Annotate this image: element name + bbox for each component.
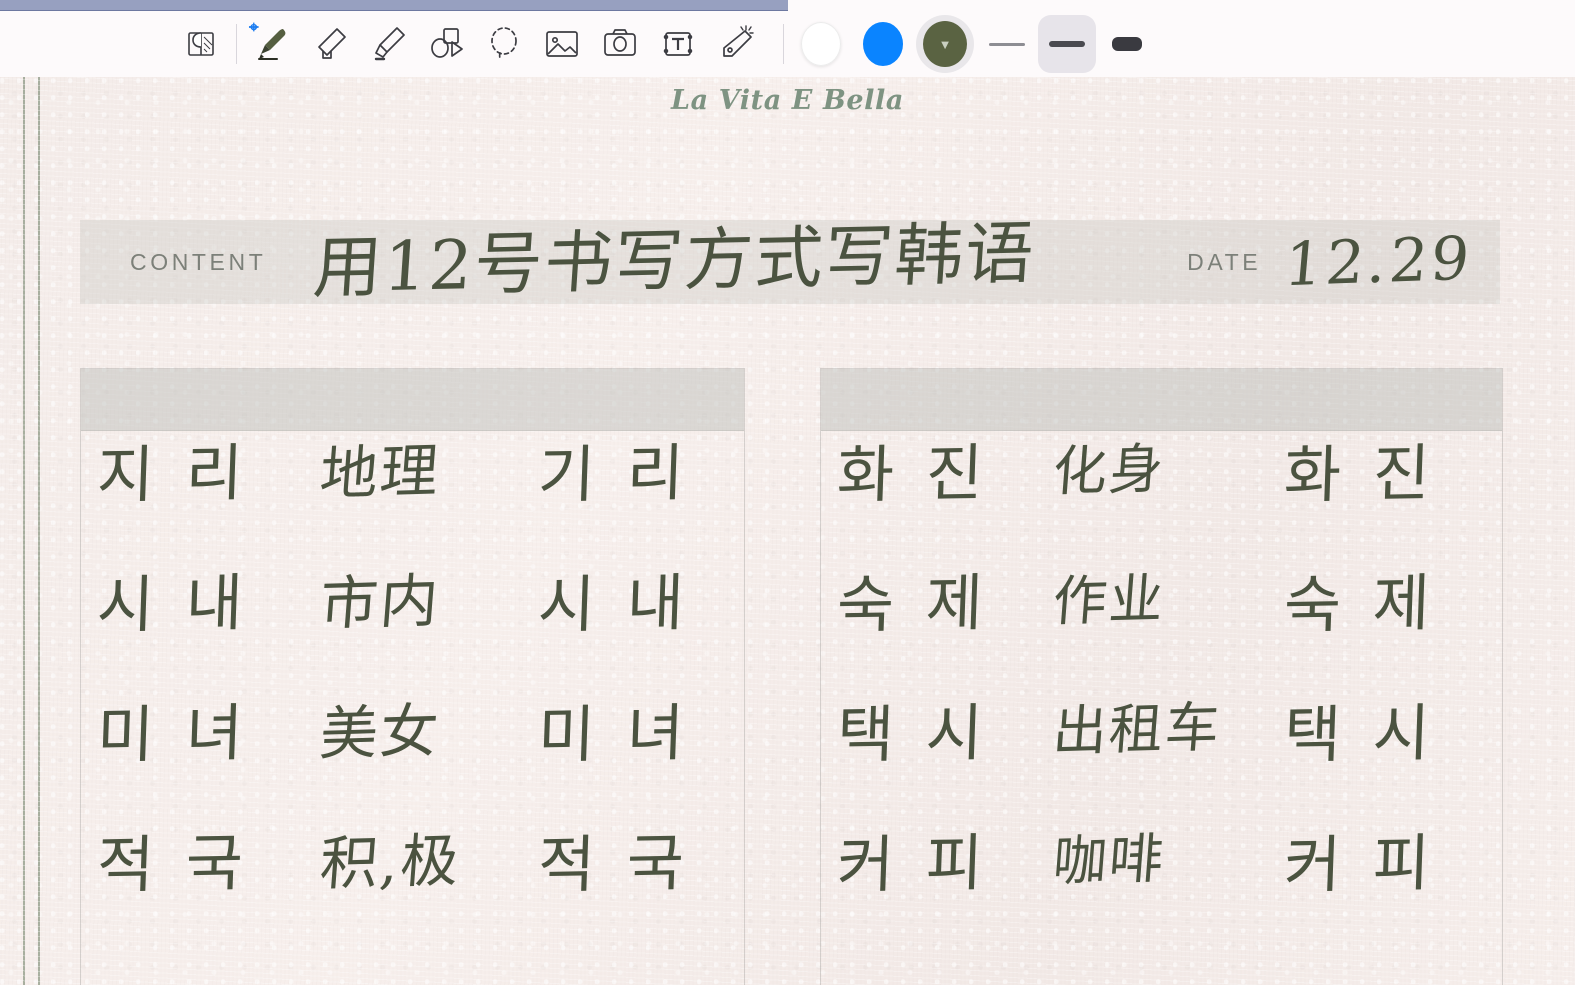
korean-word: 미 녀 [95, 696, 251, 772]
korean-word: 시 내 [95, 566, 251, 642]
bluetooth-icon: ⌖ [249, 18, 259, 37]
korean-word-repeat: 숙 제 [1282, 566, 1438, 642]
korean-word: 숙 제 [835, 566, 991, 642]
korean-word: 택 시 [835, 696, 991, 772]
chinese-word: 积,极 [317, 826, 463, 899]
date-label: DATE [1187, 248, 1262, 275]
toolbar-divider [236, 24, 237, 64]
left-column-body: 지 리 地理 기 리 시 내 市内 시 내 미 녀 美女 미 녀 적 국 积,极 [81, 431, 744, 961]
color-swatch-blue[interactable] [852, 13, 914, 75]
pen-icon[interactable]: ⌖ [243, 15, 301, 73]
korean-word-repeat: 미 녀 [537, 696, 692, 772]
camera-icon[interactable] [591, 15, 649, 73]
table-row: 숙 제 作业 숙 제 [821, 566, 1502, 701]
right-column-body: 화 진 化身 화 진 숙 제 作业 숙 제 택 시 出租车 택 시 커 피 咖啡 [821, 431, 1502, 961]
eraser-icon[interactable] [301, 15, 359, 73]
korean-word-repeat: 택 시 [1282, 696, 1438, 772]
table-row: 택 시 出租车 택 시 [821, 695, 1502, 831]
right-column-header [821, 369, 1502, 431]
page-flip-icon[interactable] [172, 15, 230, 73]
text-box-icon[interactable] [649, 15, 707, 73]
chinese-word: 化身 [1050, 437, 1168, 504]
right-column-panel: 화 진 化身 화 진 숙 제 作业 숙 제 택 시 出租车 택 시 커 피 咖啡 [820, 368, 1503, 985]
chinese-word: 市内 [317, 566, 443, 639]
content-handwritten-title: 用12号书写方式写韩语 [311, 214, 1039, 309]
chinese-word: 作业 [1050, 567, 1168, 634]
note-app-window: ⌖ ▼ La Vita E Bella CONTENT 用12号书写方式写韩语 … [0, 0, 1575, 985]
table-row: 지 리 地理 기 리 [81, 436, 744, 571]
date-block: DATE 12.29 [1187, 223, 1476, 301]
toolbar-divider-2 [783, 24, 784, 64]
korean-word-repeat: 적 국 [537, 826, 692, 902]
sticker-icon[interactable] [707, 15, 765, 73]
left-column-header [81, 369, 744, 431]
korean-word: 적 국 [95, 826, 251, 902]
stroke-width-thin[interactable] [976, 13, 1038, 75]
shapes-icon[interactable] [417, 15, 475, 73]
content-header-bar: CONTENT 用12号书写方式写韩语 DATE 12.29 [80, 214, 1500, 309]
highlighter-icon[interactable] [359, 15, 417, 73]
chinese-word: 地理 [317, 436, 443, 509]
table-row: 적 국 积,极 적 국 [81, 826, 744, 961]
color-swatch-white[interactable] [790, 13, 852, 75]
korean-word-repeat: 커 피 [1282, 826, 1438, 902]
korean-word: 커 피 [835, 826, 991, 902]
stroke-width-medium[interactable] [1038, 15, 1096, 73]
table-row: 미 녀 美女 미 녀 [81, 696, 744, 831]
table-row: 시 내 市内 시 내 [81, 566, 744, 701]
table-row: 커 피 咖啡 커 피 [821, 826, 1502, 961]
sync-progress-fill [0, 0, 788, 11]
margin-rule-outer [23, 77, 25, 985]
color-swatch-olive-selected[interactable]: ▼ [914, 13, 976, 75]
table-row: 화 진 化身 화 진 [821, 436, 1502, 571]
chinese-word: 咖啡 [1050, 827, 1168, 894]
margin-rule-inner [38, 77, 40, 985]
korean-word-repeat: 화 진 [1282, 436, 1438, 512]
left-column-panel: 지 리 地理 기 리 시 내 市内 시 내 미 녀 美女 미 녀 적 국 积,极 [80, 368, 745, 985]
stroke-width-thick[interactable] [1096, 13, 1158, 75]
date-handwritten-value: 12.29 [1281, 223, 1476, 301]
content-label: CONTENT [130, 248, 267, 275]
lasso-icon[interactable] [475, 15, 533, 73]
note-page-canvas[interactable]: La Vita E Bella CONTENT 用12号书写方式写韩语 DATE… [0, 77, 1575, 985]
chinese-word: 出租车 [1050, 695, 1224, 764]
sync-progress-track [0, 0, 1575, 11]
image-icon[interactable] [533, 15, 591, 73]
korean-word: 지 리 [95, 436, 251, 512]
chinese-word: 美女 [317, 696, 443, 769]
chevron-down-icon: ▼ [938, 36, 952, 52]
page-brand-title: La Vita E Bella [671, 85, 904, 116]
korean-word-repeat: 기 리 [537, 436, 692, 512]
korean-word: 화 진 [835, 436, 991, 512]
korean-word-repeat: 시 내 [537, 566, 692, 642]
drawing-toolbar: ⌖ ▼ [0, 11, 1575, 77]
